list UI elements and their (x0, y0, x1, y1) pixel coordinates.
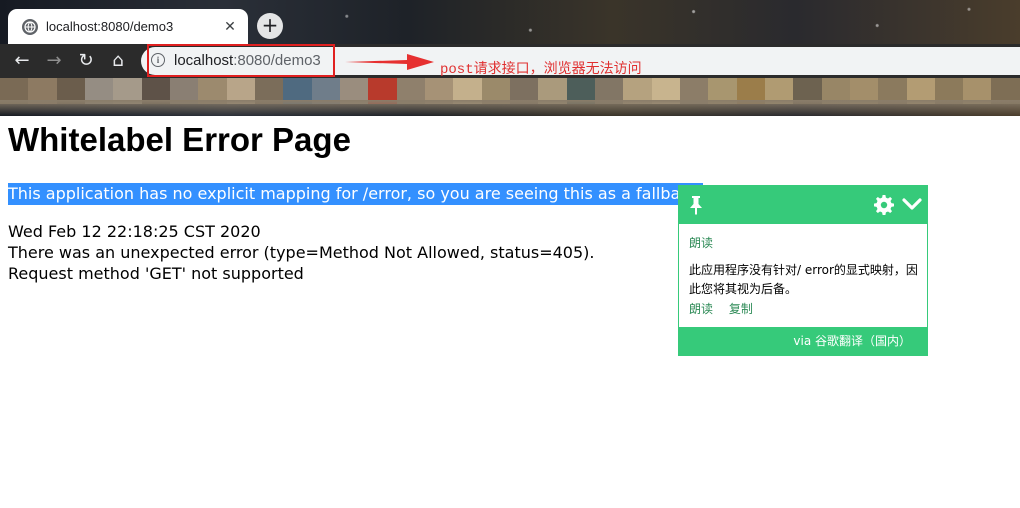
page-title: Whitelabel Error Page (8, 121, 351, 158)
home-icon[interactable]: ⌂ (107, 50, 129, 72)
read-aloud-link[interactable]: 朗读 (689, 234, 713, 251)
annotation-arrow (345, 54, 434, 70)
error-method: Request method 'GET' not supported (8, 264, 304, 283)
error-timestamp: Wed Feb 12 22:18:25 CST 2020 (8, 222, 261, 241)
popup-header (679, 186, 927, 224)
plus-icon[interactable]: + (257, 13, 283, 39)
popup-actions: 朗读 复制 (689, 300, 765, 317)
copy-button[interactable]: 复制 (729, 302, 753, 316)
back-arrow-icon[interactable]: ← (11, 50, 33, 72)
popup-footer: via 谷歌翻译（国内） (679, 327, 927, 355)
bookmarks-bar-fade (0, 100, 1020, 116)
annotation-text: post请求接口，浏览器无法访问 (440, 62, 642, 78)
translation-text: 此应用程序没有针对/ error的显式映射，因此您将其视为后备。 (689, 263, 918, 296)
reload-icon[interactable]: ↻ (75, 50, 97, 72)
forward-arrow-icon[interactable]: → (43, 50, 65, 72)
read-aloud-button[interactable]: 朗读 (689, 302, 713, 316)
chevron-down-icon[interactable] (902, 197, 922, 211)
browser-tab[interactable]: localhost:8080/demo3 ✕ (8, 9, 248, 44)
translation-source[interactable]: via 谷歌翻译（国内） (793, 334, 911, 348)
pin-icon[interactable] (687, 195, 705, 215)
selected-fallback-text: This application has no explicit mapping… (8, 183, 704, 205)
url-highlight-box (147, 44, 335, 77)
close-icon[interactable]: ✕ (222, 19, 238, 35)
gear-icon[interactable] (874, 195, 894, 215)
error-message: There was an unexpected error (type=Meth… (8, 243, 595, 262)
translate-popup: 朗读 此应用程序没有针对/ error的显式映射，因此您将其视为后备。 朗读 复… (678, 185, 928, 356)
globe-icon (22, 18, 38, 35)
tab-title: localhost:8080/demo3 (46, 19, 174, 34)
